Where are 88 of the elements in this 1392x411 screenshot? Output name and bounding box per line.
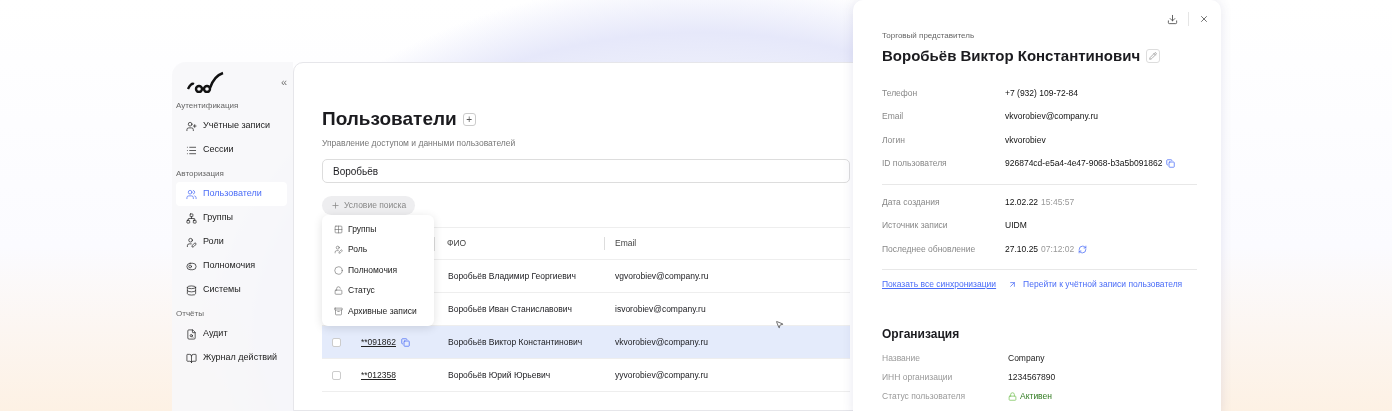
section-title: Отчёты [175,308,205,320]
status-value: Активен [1020,389,1052,403]
user-name: Воробьёв Виктор Константинович [882,46,1141,66]
field-label: Последнее обновление [882,242,977,256]
field-value: Company [1008,351,1045,365]
users-icon [186,188,197,200]
grid-icon [334,224,343,234]
sidebar-item[interactable]: Журнал действий [176,346,287,370]
lock-icon [1008,391,1017,401]
field-time: 07:12:02 [1041,242,1075,256]
sync-link[interactable]: Показать все синхронизации [882,278,997,291]
network-icon [186,212,197,224]
refresh-icon[interactable] [1078,244,1088,254]
field-time: 15:45:57 [1041,195,1075,209]
table-cell-text: Воробьёв Владимир Георгиевич [447,269,577,283]
menu-item[interactable]: Архивные записи [322,301,434,322]
user-id-link[interactable]: **012358 [361,368,396,382]
sidebar-item[interactable]: Аудит [176,322,287,346]
account-link[interactable]: Перейти к учётной записи пользователя [1008,278,1183,291]
table-cell-text: Воробьёв Иван Станиславович [447,302,573,316]
toggle-icon [186,260,197,272]
search-field[interactable]: Воробьёв [322,159,850,184]
sidebar-item[interactable]: Пользователи [176,182,287,206]
field-value: UIDM [1005,219,1027,233]
database-icon [186,284,197,296]
user-pen-icon [334,245,343,255]
row-checkbox[interactable] [332,370,341,380]
field-label: Логин [882,133,906,147]
section-title: Авторизация [175,168,225,180]
download-icon[interactable] [1167,13,1178,25]
field-value: vkvorobiev@company.ru [1005,110,1099,124]
arrow-icon [1008,279,1018,289]
lock-icon [334,286,343,296]
table-cell-text: isvorobiev@company.ru [614,302,706,316]
section-title: Организация [882,325,961,343]
page-title: Пользователи [322,107,457,131]
field-label: Название [882,351,921,365]
list-icon [186,144,197,156]
field-value: +7 (932) 109-72-84 [1005,86,1078,100]
sidebar-item[interactable]: Полномочия [176,254,287,278]
table-cell-text: Воробьёв Юрий Юрьевич [447,368,552,382]
menu-item[interactable]: Полномочия [322,260,434,281]
field-label: Источник записи [882,219,949,233]
sidebar-item[interactable]: Роли [176,230,287,254]
field-label: Статус пользователя [882,389,967,403]
user-role: Торговый представитель [882,30,976,42]
field-value: 27.10.25 [1005,242,1039,256]
field-label: Дата создания [882,195,941,209]
row-checkbox[interactable] [332,337,341,347]
field-value: 1234567890 [1008,370,1056,384]
field-value: 12.02.22 [1005,195,1039,209]
field-label: Email [882,110,905,124]
add-button[interactable]: + [462,112,476,126]
menu-item[interactable]: Группы [322,219,434,240]
user-pen-icon [186,236,197,248]
close-icon[interactable] [1199,14,1209,24]
user-id-link[interactable]: **091862 [361,335,396,349]
field-label: Телефон [882,86,919,100]
field-label: ID пользователя [882,157,948,171]
edit-button[interactable] [1146,49,1161,64]
field-value: vkvorobiev [1005,133,1046,147]
collapse-button[interactable]: « [280,73,287,91]
archive-icon [334,306,343,316]
plus-icon [331,201,340,211]
field-value: 926874cd-e5a4-4e47-9068-b3a5b091862 [1005,157,1163,171]
copy-icon[interactable] [1166,159,1176,169]
sidebar-item[interactable]: Сессии [176,138,287,162]
logo-icon [186,71,224,93]
table-cell-text: Воробьёв Виктор Константинович [447,335,584,349]
sidebar-item[interactable]: Группы [176,206,287,230]
column-header: ФИО [435,237,605,251]
sidebar-item[interactable]: Учётные записи [176,114,287,138]
table-cell-text: yyvorobiev@company.ru [614,368,709,382]
table-cell-text: vkvorobiev@company.ru [614,335,709,349]
table-row[interactable]: **012358 Воробьёв Юрий Юрьевич yyvorobiev@company.ru [322,359,850,393]
table-cell-text: vgvorobiev@company.ru [614,269,709,283]
sidebar-item[interactable]: Системы [176,278,287,302]
field-label: ИНН организации [882,370,954,384]
column-header: Email [614,237,637,251]
menu-item[interactable]: Роль [322,239,434,260]
book-icon [186,352,197,364]
section-title: Аутентификация [175,100,240,112]
pencil-icon [1149,52,1158,61]
user-plus-icon [186,120,197,132]
table-row[interactable]: **091862 Воробьёв Виктор Константинович vkvorobiev@company.ru [322,326,850,360]
cursor-icon [775,320,784,329]
copy-icon[interactable] [401,337,410,347]
file-search-icon [186,328,197,340]
